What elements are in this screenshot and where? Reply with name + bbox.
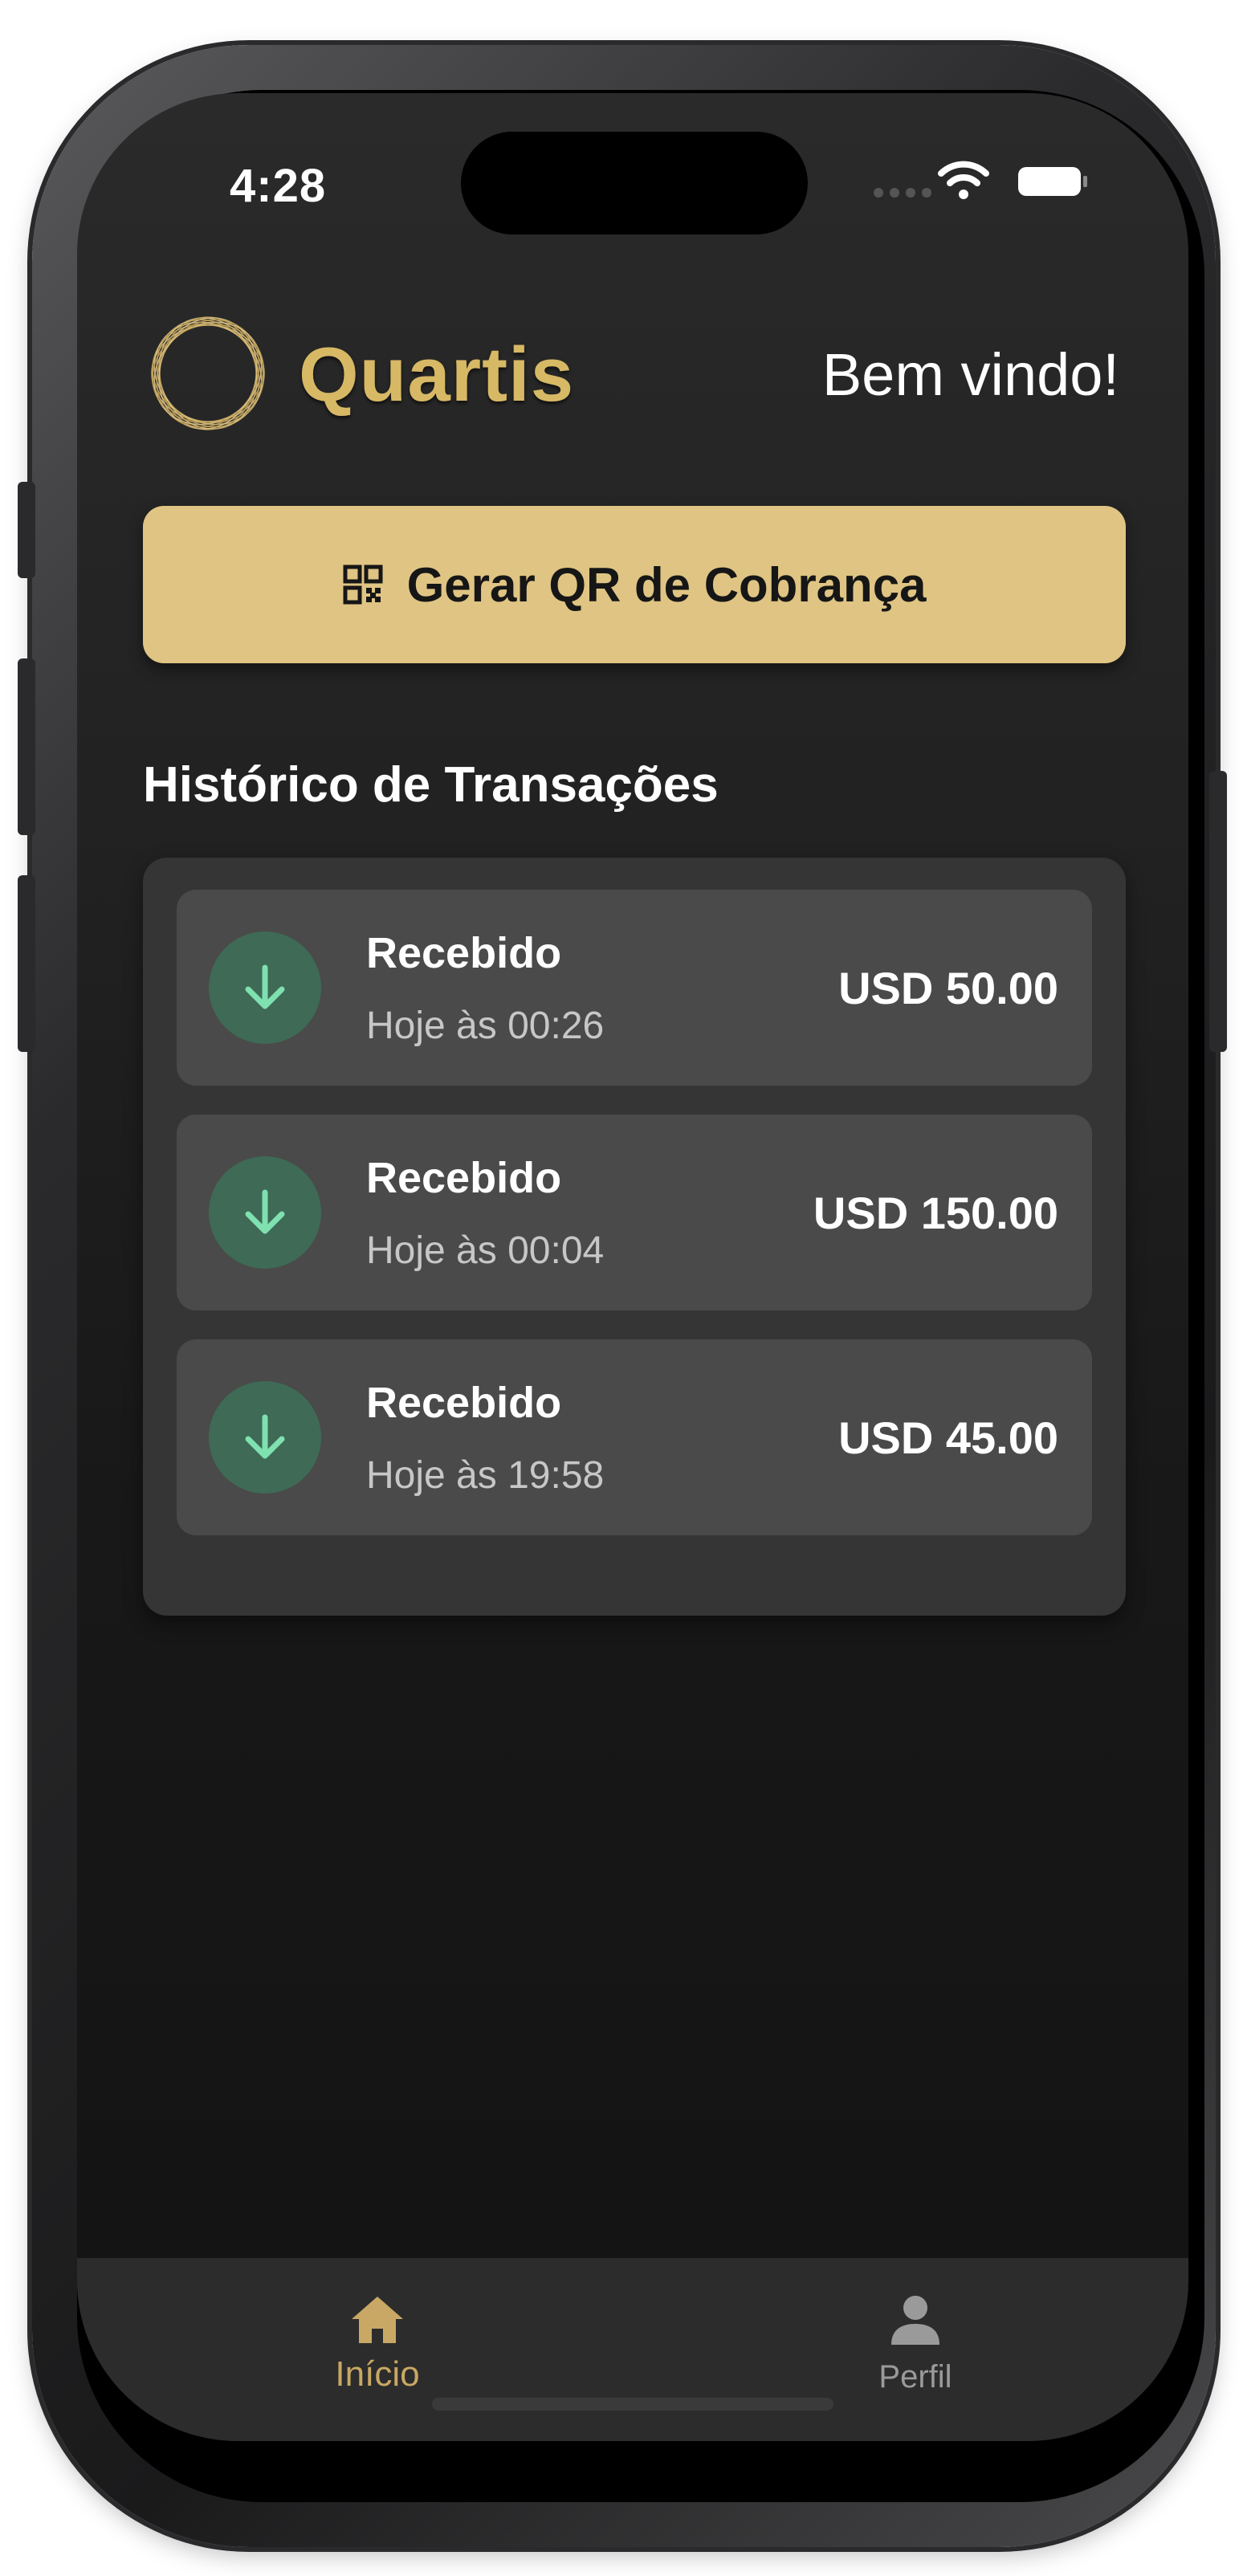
spirograph-ring-logo-icon: [151, 316, 265, 430]
received-arrow-down-icon: [209, 931, 321, 1044]
transaction-amount: USD 45.00: [838, 1412, 1058, 1463]
history-title: Histórico de Transações: [143, 757, 719, 813]
wifi-icon: [938, 161, 989, 199]
tab-profile[interactable]: Perfil: [795, 2258, 1036, 2441]
transaction-type: Recebido: [366, 1154, 562, 1202]
transaction-type: Recebido: [366, 1379, 562, 1427]
battery-icon: [1018, 167, 1087, 196]
transaction-type: Recebido: [366, 929, 562, 977]
transaction-time: Hoje às 19:58: [366, 1454, 605, 1497]
qr-code-icon: [343, 565, 383, 605]
tab-home[interactable]: Início: [257, 2258, 498, 2441]
dynamic-island: [461, 132, 808, 234]
user-icon: [891, 2296, 939, 2345]
tab-home-label: Início: [335, 2354, 420, 2394]
generate-qr-label: Gerar QR de Cobrança: [406, 557, 927, 612]
bottom-tab-bar: Início Perfil: [77, 2258, 1188, 2441]
brand-name: Quartis: [299, 332, 575, 418]
transaction-item[interactable]: Recebido Hoje às 00:04 USD 150.00: [177, 1115, 1092, 1310]
transaction-amount: USD 50.00: [838, 963, 1058, 1013]
status-time: 4:28: [230, 160, 327, 212]
transaction-history-card: Recebido Hoje às 00:26 USD 50.00 Recebid…: [143, 858, 1126, 1616]
received-arrow-down-icon: [209, 1156, 321, 1269]
transaction-item[interactable]: Recebido Hoje às 00:26 USD 50.00: [177, 890, 1092, 1086]
app-screen: 4:28 Quartis Bem vindo! Gerar QR de Cobr…: [77, 93, 1188, 2441]
tab-profile-label: Perfil: [878, 2359, 952, 2395]
generate-qr-button[interactable]: Gerar QR de Cobrança: [143, 506, 1126, 663]
welcome-text: Bem vindo!: [821, 341, 1119, 408]
transaction-item[interactable]: Recebido Hoje às 19:58 USD 45.00: [177, 1339, 1092, 1535]
home-icon: [352, 2297, 403, 2343]
transaction-time: Hoje às 00:26: [366, 1005, 605, 1047]
home-indicator: [432, 2398, 833, 2411]
transaction-amount: USD 150.00: [813, 1188, 1058, 1238]
transaction-time: Hoje às 00:04: [366, 1229, 605, 1272]
received-arrow-down-icon: [209, 1381, 321, 1494]
signal-dots-icon: [874, 188, 931, 198]
